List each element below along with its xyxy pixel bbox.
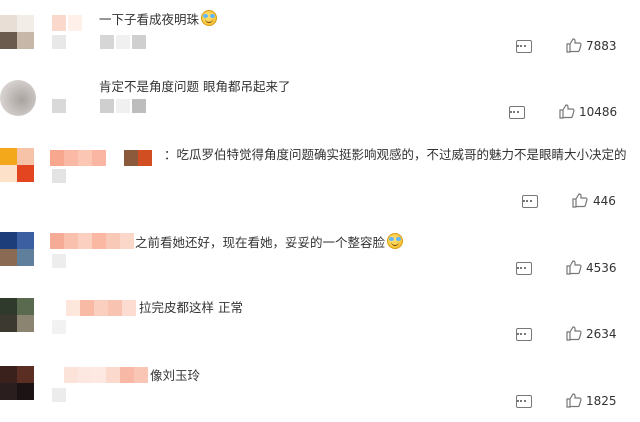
thumbs-up-icon[interactable] bbox=[566, 326, 582, 341]
like-count: 7883 bbox=[586, 39, 617, 53]
thumbs-up-icon[interactable] bbox=[559, 104, 575, 119]
reply-icon[interactable] bbox=[522, 195, 538, 208]
avatar[interactable] bbox=[0, 366, 34, 400]
comment-text: 像刘玉玲 bbox=[150, 368, 201, 383]
comment-meta-blurred bbox=[52, 320, 66, 334]
comment-meta-blurred bbox=[52, 169, 66, 183]
reply-icon[interactable] bbox=[516, 328, 532, 341]
reply-icon[interactable] bbox=[509, 106, 525, 119]
like-count: 2634 bbox=[586, 327, 617, 341]
laugh-cry-icon bbox=[387, 233, 404, 249]
laugh-cry-icon bbox=[201, 10, 218, 26]
username-blurred[interactable] bbox=[66, 300, 136, 316]
comment-meta-blurred bbox=[52, 35, 146, 49]
username-blurred[interactable] bbox=[52, 76, 66, 92]
comment-meta-blurred bbox=[52, 99, 146, 113]
comment-item: 拉完皮都这样 正常 2634 bbox=[0, 286, 640, 352]
comment-text: 肯定不是角度问题 眼角都吊起来了 bbox=[99, 79, 291, 94]
reply-icon[interactable] bbox=[516, 262, 532, 275]
comment-item: ：吃瓜罗伯特觉得角度问题确实挺影响观感的，不过威哥的魅力不是眼睛大小决定的 44… bbox=[0, 122, 640, 220]
comment-item: 肯定不是角度问题 眼角都吊起来了 10486 bbox=[0, 62, 640, 122]
like-count: 446 bbox=[593, 194, 616, 208]
avatar[interactable] bbox=[0, 232, 34, 266]
avatar[interactable] bbox=[0, 148, 34, 182]
comment-text: ：吃瓜罗伯特觉得角度问题确实挺影响观感的，不过威哥的魅力不是眼睛大小决定的 bbox=[164, 147, 627, 162]
reply-icon[interactable] bbox=[516, 40, 532, 53]
avatar[interactable] bbox=[0, 80, 36, 116]
username-blurred[interactable] bbox=[52, 15, 82, 31]
comment-text: 之前看她还好，现在看她，妥妥的一个整容脸 bbox=[135, 233, 404, 251]
like-count: 10486 bbox=[579, 105, 618, 119]
comment-text: 拉完皮都这样 正常 bbox=[139, 300, 243, 315]
comment-meta-blurred bbox=[52, 254, 66, 268]
username-blurred[interactable] bbox=[50, 150, 152, 166]
thumbs-up-icon[interactable] bbox=[566, 38, 582, 53]
thumbs-up-icon[interactable] bbox=[566, 260, 582, 275]
username-blurred[interactable] bbox=[50, 233, 134, 249]
like-count: 1825 bbox=[586, 394, 617, 408]
thumbs-up-icon[interactable] bbox=[572, 193, 588, 208]
username-blurred[interactable] bbox=[64, 367, 148, 383]
comment-item: 之前看她还好，现在看她，妥妥的一个整容脸 4536 bbox=[0, 220, 640, 286]
like-count: 4536 bbox=[586, 261, 617, 275]
reply-icon[interactable] bbox=[516, 395, 532, 408]
thumbs-up-icon[interactable] bbox=[566, 393, 582, 408]
comment-meta-blurred bbox=[52, 388, 66, 402]
comment-item: 一下子看成夜明珠 7883 bbox=[0, 0, 640, 62]
comment-item: 像刘玉玲 1825 bbox=[0, 352, 640, 422]
comment-text: 一下子看成夜明珠 bbox=[99, 10, 218, 28]
avatar[interactable] bbox=[0, 298, 34, 332]
avatar[interactable] bbox=[0, 15, 34, 49]
